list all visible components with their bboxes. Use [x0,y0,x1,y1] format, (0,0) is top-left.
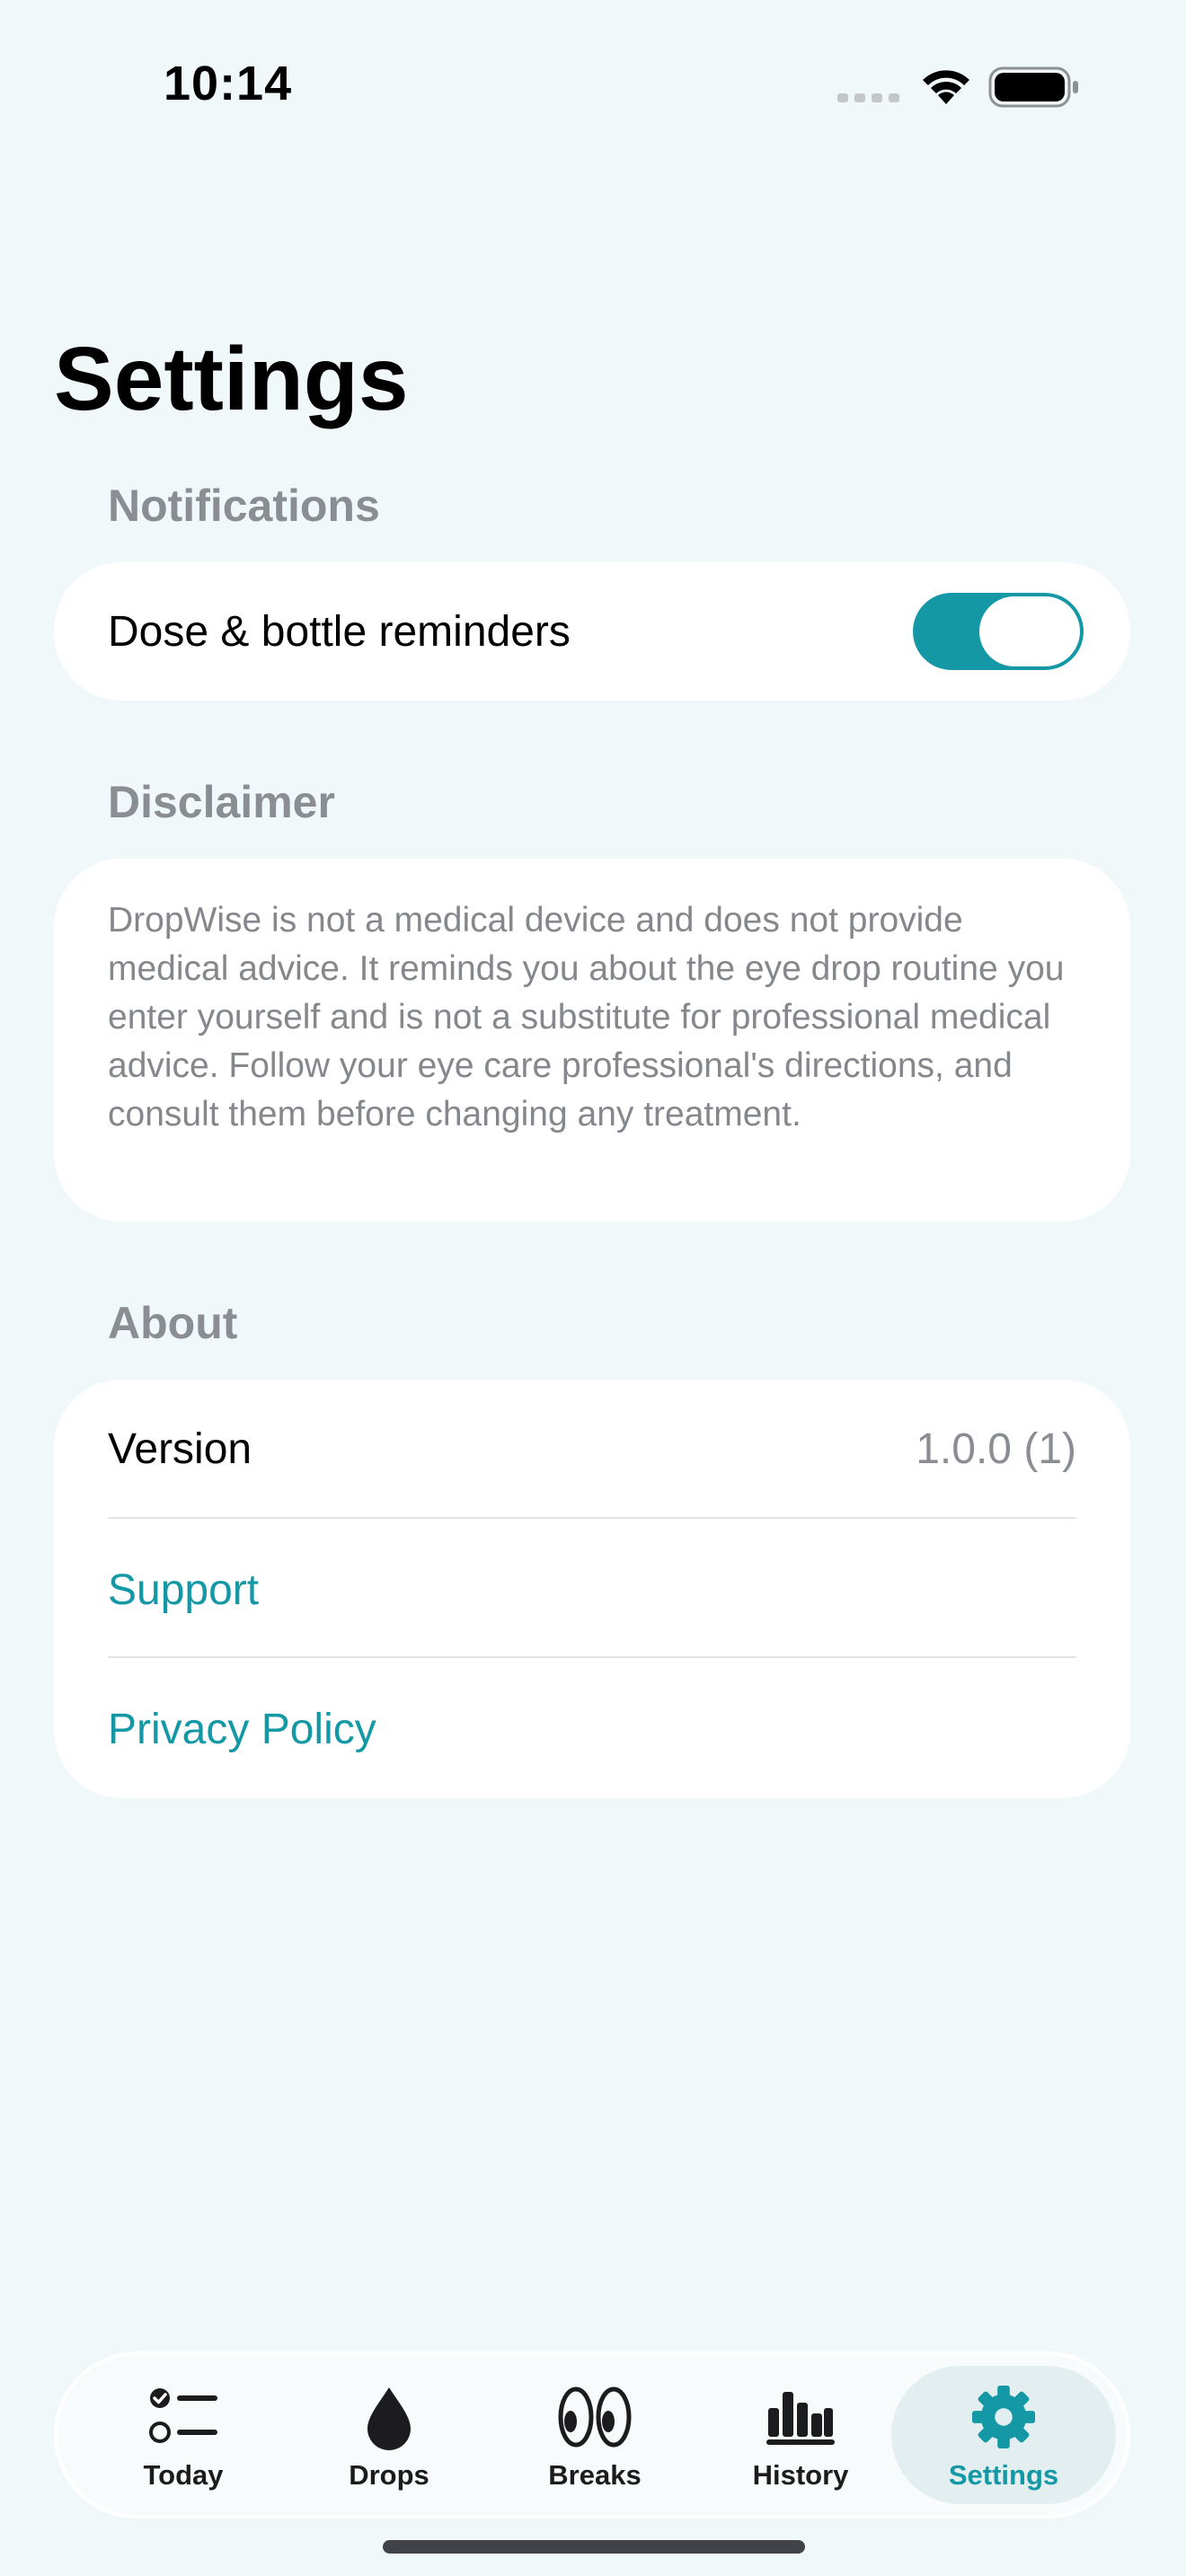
checklist-icon [149,2388,217,2443]
reminders-toggle[interactable] [913,593,1084,670]
eyes-icon [558,2386,632,2448]
home-indicator[interactable] [383,2540,805,2554]
tab-label: Today [143,2459,224,2491]
tab-today[interactable]: Today [71,2366,296,2504]
support-link[interactable]: Support [108,1566,259,1615]
tab-drops[interactable]: Drops [277,2366,501,2504]
version-label: Version [108,1425,252,1473]
disclaimer-card: DropWise is not a medical device and doe… [54,859,1130,1222]
gear-icon [971,2385,1036,2449]
status-time: 10:14 [164,57,293,110]
page-title: Settings [54,329,409,429]
privacy-policy-link[interactable]: Privacy Policy [108,1705,376,1754]
toggle-knob [979,596,1080,666]
chart-bars-icon [766,2392,835,2445]
tab-breaks[interactable]: Breaks [482,2366,707,2504]
tab-label: Drops [349,2459,429,2491]
cellular-signal-icon [837,93,899,102]
tab-label: History [752,2459,849,2491]
tab-label: Breaks [548,2459,642,2491]
tab-settings[interactable]: Settings [891,2366,1116,2504]
drop-icon [367,2387,411,2450]
status-icons [837,65,1080,111]
support-row[interactable]: Support [54,1519,1130,1658]
reminders-label: Dose & bottle reminders [108,608,571,656]
notifications-section-header: Notifications [108,481,380,531]
disclaimer-text: DropWise is not a medical device and doe… [108,901,1065,1134]
about-section-header: About [108,1298,238,1348]
status-bar: 10:14 [0,0,1186,171]
version-row: Version 1.0.0 (1) [54,1380,1130,1519]
disclaimer-section-header: Disclaimer [108,777,335,827]
battery-icon [988,66,1078,108]
privacy-policy-row[interactable]: Privacy Policy [54,1658,1130,1797]
tab-history[interactable]: History [688,2366,913,2504]
about-card: Version 1.0.0 (1) Support Privacy Policy [54,1380,1130,1798]
tab-bar-inner: Today Drops Breaks History Settings [58,2355,1127,2515]
version-value: 1.0.0 (1) [916,1425,1076,1473]
tab-bar: Today Drops Breaks History Settings [54,2351,1130,2519]
notifications-card: Dose & bottle reminders [54,562,1130,701]
tab-label: Settings [948,2459,1059,2491]
wifi-icon [923,70,969,104]
